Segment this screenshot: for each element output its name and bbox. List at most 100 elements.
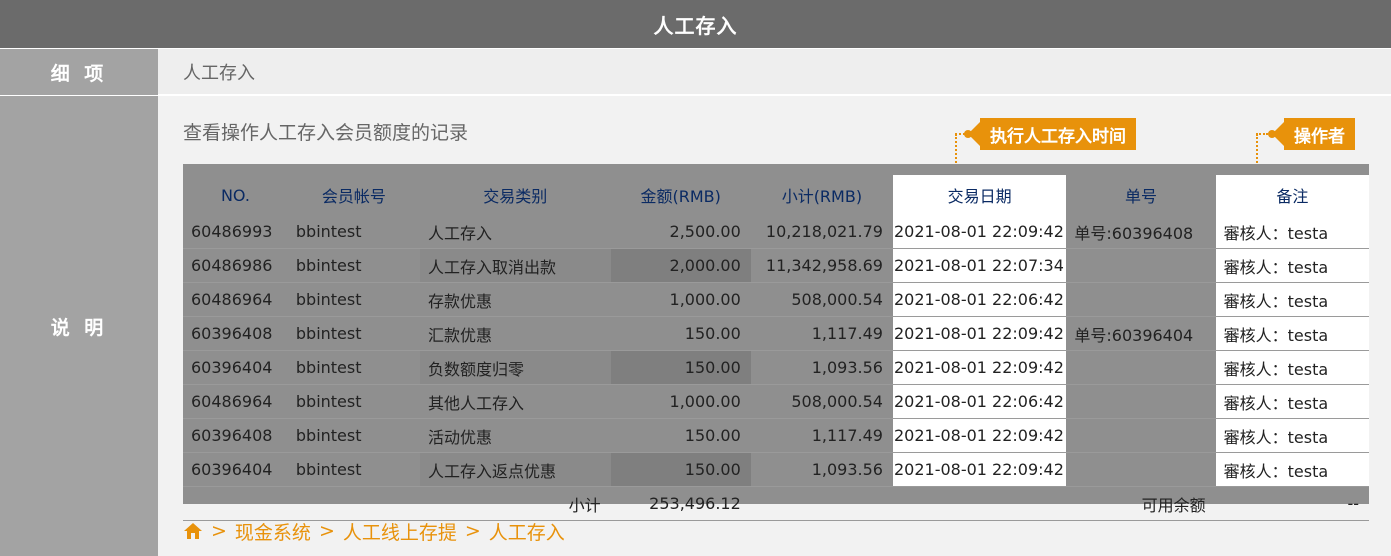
breadcrumb: > 现金系统 > 人工线上存提 > 人工存入	[183, 516, 565, 546]
cell-date: 2021-08-01 22:09:42	[892, 418, 1067, 453]
description-panel: 查看操作人工存入会员额度的记录 执行人工存入时间 操作者 NO. 会员帐号 交易…	[158, 96, 1391, 556]
cell-note: 審核人：testa	[1215, 350, 1369, 385]
home-icon[interactable]	[183, 522, 203, 540]
cell-date: 2021-08-01 22:06:42	[892, 384, 1067, 419]
cell-account: bbintest	[287, 418, 420, 453]
cell-order-no	[1066, 248, 1216, 283]
cell-date: 2021-08-01 22:09:42	[892, 350, 1067, 385]
cell-subtotal: 1,117.49	[750, 418, 893, 453]
column-header-order-no: 单号	[1125, 187, 1158, 206]
cell-note: 審核人：testa	[1215, 316, 1369, 351]
column-header-note: 备注	[1215, 175, 1369, 215]
cell-no: 60396408	[183, 418, 288, 453]
callout-dot	[1268, 130, 1276, 138]
cell-type: 人工存入	[419, 215, 611, 249]
page-title: 人工存入	[0, 0, 1391, 48]
breadcrumb-item-manual-online[interactable]: 人工线上存提	[343, 518, 457, 545]
cell-type: 存款优惠	[419, 282, 611, 317]
table-row: 60486964 bbintest 其他人工存入 1,000.00 508,00…	[183, 384, 1369, 419]
cell-note: 審核人：testa	[1215, 418, 1369, 453]
available-balance-label: 可用余额	[1066, 486, 1216, 521]
callout-connector	[955, 133, 965, 135]
cell-date: 2021-08-01 22:09:42	[892, 452, 1067, 487]
cell-account: bbintest	[287, 282, 420, 317]
table-row: 60396404 bbintest 人工存入返点优惠 150.00 1,093.…	[183, 452, 1369, 487]
cell-account: bbintest	[287, 215, 420, 249]
cell-amount: 2,500.00	[610, 215, 751, 249]
cell-note: 審核人：testa	[1215, 384, 1369, 419]
cell-date: 2021-08-01 22:09:42	[892, 316, 1067, 351]
breadcrumb-item-cash-system[interactable]: 现金系统	[235, 518, 311, 545]
cell-date: 2021-08-01 22:06:42	[892, 282, 1067, 317]
column-header-account: 会员帐号	[321, 187, 386, 206]
cell-type: 负数额度归零	[419, 350, 611, 385]
cell-subtotal: 1,093.56	[750, 350, 893, 385]
cell-no: 60486986	[183, 248, 288, 283]
table-row: 60486993 bbintest 人工存入 2,500.00 10,218,0…	[183, 215, 1369, 249]
cell-account: bbintest	[287, 384, 420, 419]
cell-amount: 150.00	[610, 350, 751, 385]
description-text: 查看操作人工存入会员额度的记录	[183, 122, 469, 144]
detail-row-value: 人工存入	[158, 49, 1391, 95]
cell-order-no	[1066, 384, 1216, 419]
subtotal-value: 253,496.12	[610, 486, 751, 521]
table-row: 60486986 bbintest 人工存入取消出款 2,000.00 11,3…	[183, 248, 1369, 283]
table-row: 60486964 bbintest 存款优惠 1,000.00 508,000.…	[183, 282, 1369, 317]
breadcrumb-separator: >	[464, 520, 481, 542]
cell-type: 其他人工存入	[419, 384, 611, 419]
description-row-label: 说 明	[0, 96, 158, 556]
cell-subtotal: 508,000.54	[750, 282, 893, 317]
breadcrumb-separator: >	[318, 520, 335, 542]
cell-no: 60486964	[183, 282, 288, 317]
cell-amount: 1,000.00	[610, 384, 751, 419]
column-header-amount: 金额(RMB)	[640, 187, 721, 206]
cell-no: 60396408	[183, 316, 288, 351]
cell-no: 60486993	[183, 215, 288, 249]
cell-order-no: 单号:60396404	[1066, 316, 1216, 351]
column-header-no: NO.	[220, 185, 250, 205]
cell-amount: 150.00	[610, 316, 751, 351]
cell-no: 60396404	[183, 452, 288, 487]
cell-order-no	[1066, 418, 1216, 453]
cell-account: bbintest	[287, 248, 420, 283]
cell-type: 活动优惠	[419, 418, 611, 453]
cell-amount: 1,000.00	[610, 282, 751, 317]
cell-subtotal: 10,218,021.79	[750, 215, 893, 249]
cell-subtotal: 508,000.54	[750, 384, 893, 419]
cell-note: 審核人：testa	[1215, 215, 1369, 249]
cell-account: bbintest	[287, 452, 420, 487]
detail-row-label: 细 项	[0, 49, 158, 96]
table-row: 60396408 bbintest 汇款优惠 150.00 1,117.49 2…	[183, 316, 1369, 351]
cell-order-no: 单号:60396408	[1066, 215, 1216, 249]
deposit-records-table: NO. 会员帐号 交易类别 金额(RMB) 小计(RMB) 交易日期 单号 备注…	[183, 175, 1369, 521]
breadcrumb-separator: >	[211, 520, 227, 542]
cell-date: 2021-08-01 22:09:42	[892, 215, 1067, 249]
cell-amount: 150.00	[610, 418, 751, 453]
cell-type: 汇款优惠	[419, 316, 611, 351]
cell-no: 60486964	[183, 384, 288, 419]
column-header-subtotal: 小计(RMB)	[781, 187, 863, 206]
callout-connector	[1256, 133, 1268, 135]
table-row: 60396408 bbintest 活动优惠 150.00 1,117.49 2…	[183, 418, 1369, 453]
cell-note: 審核人：testa	[1215, 282, 1369, 317]
callout-dot	[964, 130, 972, 138]
cell-note: 審核人：testa	[1215, 452, 1369, 487]
breadcrumb-item-manual-deposit[interactable]: 人工存入	[489, 518, 565, 545]
deposit-records-table-wrapper: NO. 会员帐号 交易类别 金额(RMB) 小计(RMB) 交易日期 单号 备注…	[183, 164, 1369, 521]
cell-account: bbintest	[287, 350, 420, 385]
cell-type: 人工存入返点优惠	[419, 452, 611, 487]
cell-order-no	[1066, 282, 1216, 317]
cell-subtotal: 11,342,958.69	[750, 248, 893, 283]
cell-order-no	[1066, 452, 1216, 487]
cell-note: 審核人：testa	[1215, 248, 1369, 283]
manual-deposit-help-page: 人工存入 细 项 人工存入 说 明 查看操作人工存入会员额度的记录 执行人工存入…	[0, 0, 1391, 556]
cell-type: 人工存入取消出款	[419, 248, 611, 283]
cell-no: 60396404	[183, 350, 288, 385]
cell-amount: 2,000.00	[610, 248, 751, 283]
date-column-callout: 执行人工存入时间	[968, 118, 1136, 150]
table-header-row: NO. 会员帐号 交易类别 金额(RMB) 小计(RMB) 交易日期 单号 备注	[183, 175, 1369, 215]
cell-account: bbintest	[287, 316, 420, 351]
cell-order-no	[1066, 350, 1216, 385]
operator-column-callout: 操作者	[1272, 118, 1355, 150]
cell-subtotal: 1,117.49	[750, 316, 893, 351]
